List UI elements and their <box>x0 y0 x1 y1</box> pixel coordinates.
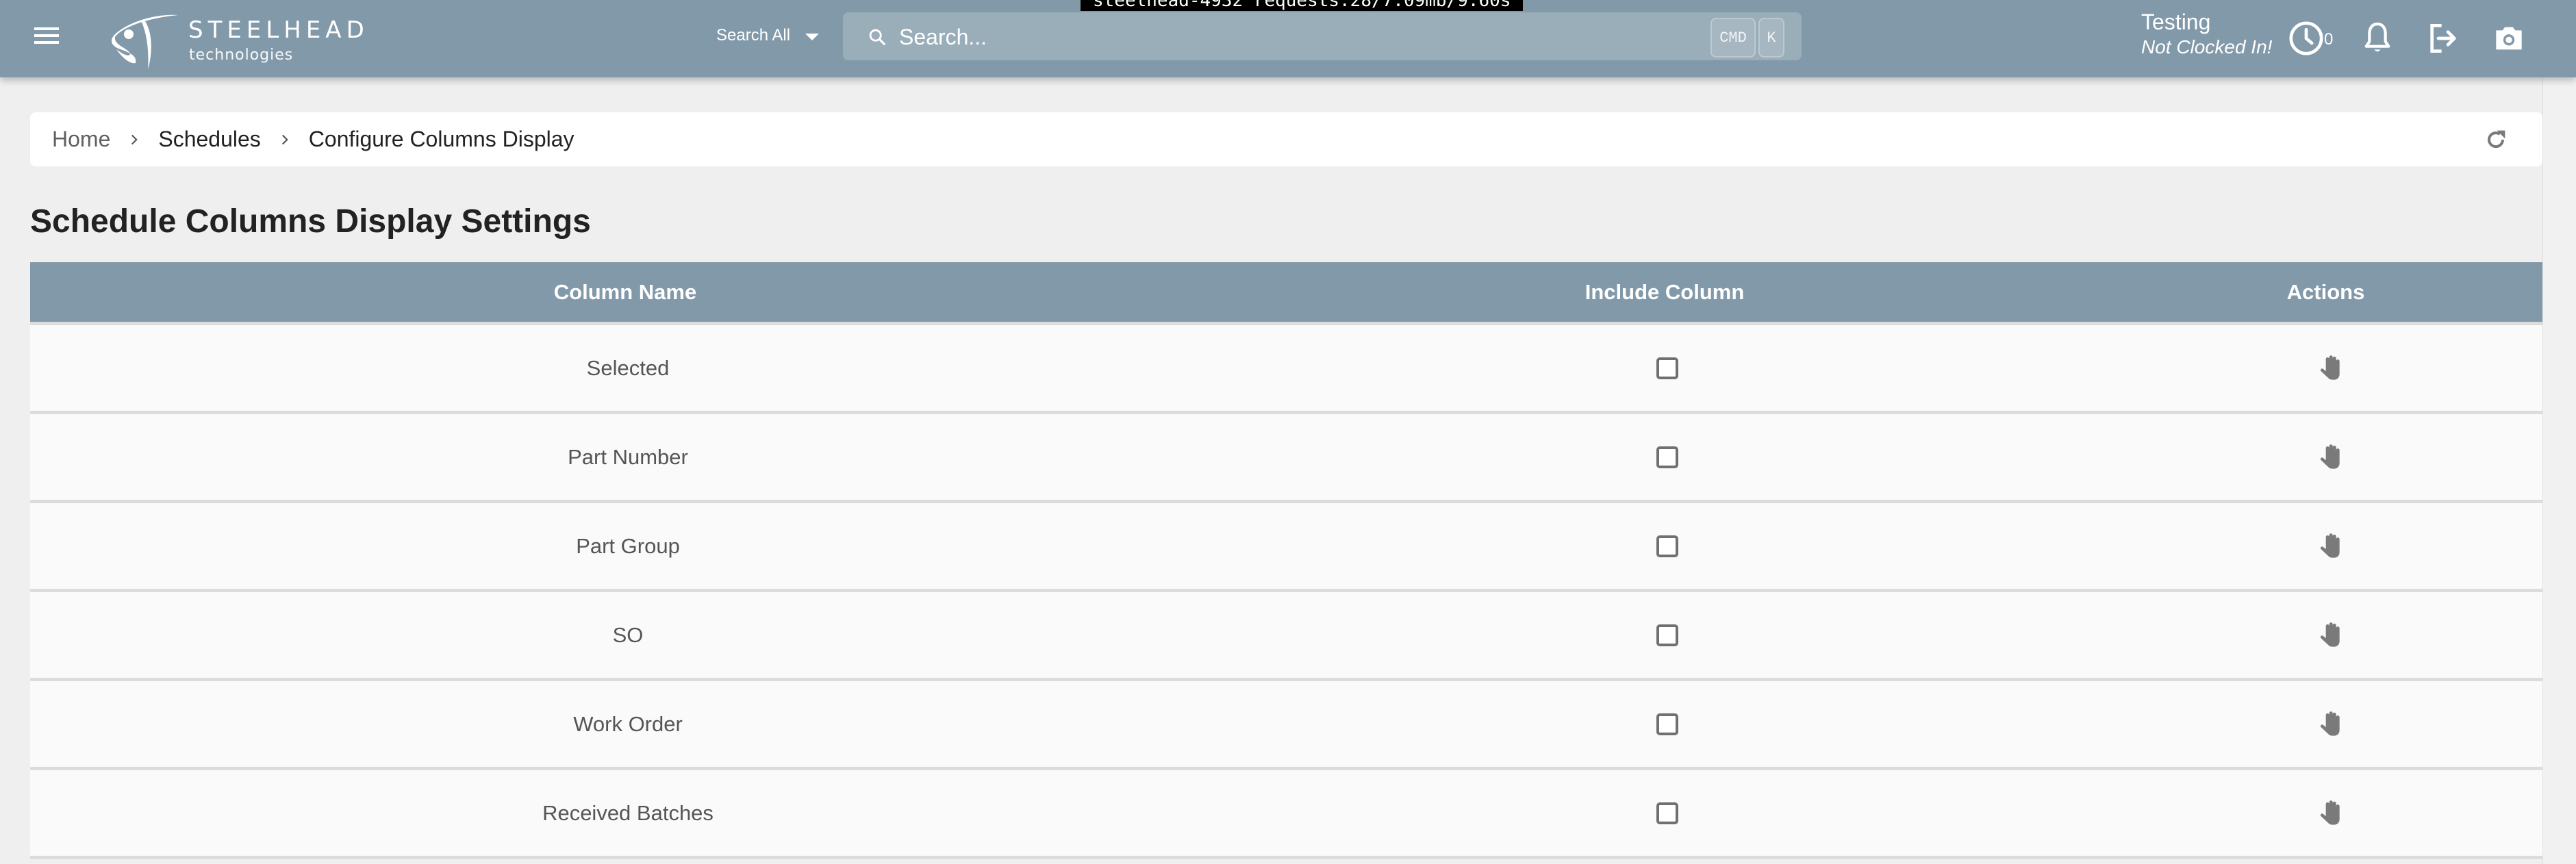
header-include-column: Include Column <box>1584 279 1745 304</box>
include-column-checkbox[interactable] <box>1656 446 1678 468</box>
table-row: Selected <box>30 325 2542 414</box>
caret-down-icon <box>805 34 820 40</box>
clock-icon[interactable] <box>2287 19 2325 58</box>
header-actions: Actions <box>2286 279 2365 304</box>
table-body: Selected Part Number Part Group SO Work … <box>30 325 2542 859</box>
include-column-checkbox[interactable] <box>1656 535 1678 557</box>
refresh-icon[interactable] <box>2482 126 2510 153</box>
include-column-checkbox[interactable] <box>1656 713 1678 735</box>
brand-subtitle: technologies <box>189 47 294 64</box>
breadcrumb-current: Configure Columns Display <box>308 127 574 151</box>
drag-hand-icon[interactable] <box>2314 707 2349 741</box>
brand-name: STEELHEAD <box>188 16 369 44</box>
drag-hand-icon[interactable] <box>2314 351 2349 385</box>
clock-count-badge: 0 <box>2324 30 2334 49</box>
breadcrumb-home[interactable]: Home <box>52 127 110 152</box>
page-title: Schedule Columns Display Settings <box>30 203 591 240</box>
table-row: SO <box>30 592 2542 681</box>
hamburger-menu-icon[interactable] <box>34 27 59 44</box>
bell-icon[interactable] <box>2358 19 2397 58</box>
search-icon <box>869 29 886 46</box>
columns-settings-table: Column Name Include Column Actions Selec… <box>30 262 2542 859</box>
clock-status: Not Clocked In! <box>2141 36 2273 58</box>
table-row: Received Batches <box>30 770 2542 859</box>
chevron-right-icon <box>281 134 288 144</box>
drag-hand-icon[interactable] <box>2314 440 2349 474</box>
table-row: Part Group <box>30 503 2542 592</box>
camera-icon[interactable] <box>2490 19 2528 58</box>
global-search[interactable]: CMD K <box>843 12 1802 62</box>
column-name-cell: Selected <box>586 355 670 380</box>
include-column-checkbox[interactable] <box>1656 624 1678 646</box>
shortcut-key-cmd: CMD <box>1710 18 1756 58</box>
steelhead-logo-mark-icon <box>111 14 178 68</box>
drag-hand-icon[interactable] <box>2314 618 2349 652</box>
steelhead-logo[interactable]: STEELHEAD technologies <box>103 7 364 68</box>
debug-overlay: steelhead-4932 requests:28/7.09mb/9.60s <box>1081 0 1524 11</box>
top-navigation-bar: STEELHEAD technologies Search All CMD K … <box>0 0 2576 77</box>
search-scope-dropdown[interactable]: Search All <box>716 22 820 49</box>
column-name-cell: Part Number <box>568 444 688 469</box>
table-header: Column Name Include Column Actions <box>30 262 2542 325</box>
column-name-cell: Work Order <box>573 711 683 736</box>
table-row: Work Order <box>30 681 2542 770</box>
include-column-checkbox[interactable] <box>1656 357 1678 379</box>
logout-icon[interactable] <box>2424 19 2462 58</box>
header-column-name: Column Name <box>553 279 697 304</box>
breadcrumb-schedules[interactable]: Schedules <box>158 127 260 152</box>
drag-hand-icon[interactable] <box>2314 529 2349 563</box>
shortcut-key-k: K <box>1758 18 1784 58</box>
search-input[interactable] <box>898 12 1654 62</box>
include-column-checkbox[interactable] <box>1656 802 1678 824</box>
chevron-right-icon <box>131 134 138 144</box>
user-name: Testing <box>2141 10 2211 34</box>
column-name-cell: Received Batches <box>542 800 714 825</box>
breadcrumb: Home Schedules Configure Columns Display <box>30 112 2542 166</box>
search-scope-label: Search All <box>716 26 791 45</box>
drag-hand-icon[interactable] <box>2314 796 2349 830</box>
column-name-cell: SO <box>612 622 644 647</box>
user-status[interactable]: Testing Not Clocked In! <box>2141 8 2272 59</box>
column-name-cell: Part Group <box>576 533 680 558</box>
table-row: Part Number <box>30 414 2542 503</box>
